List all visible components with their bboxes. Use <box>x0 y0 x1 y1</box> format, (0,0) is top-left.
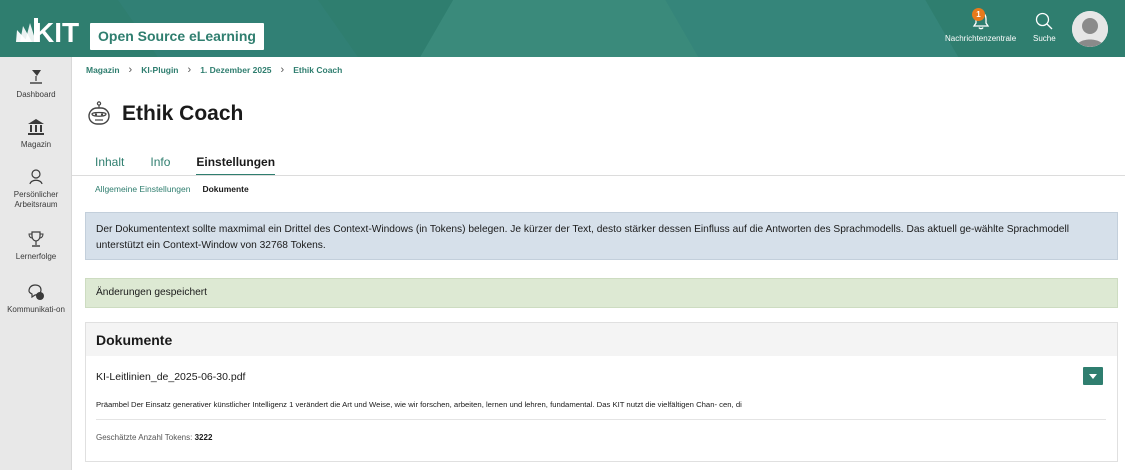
bank-icon <box>28 119 44 135</box>
breadcrumb: Magazin › KI-Plugin › 1. Dezember 2025 ›… <box>86 64 342 76</box>
document-excerpt: Präambel Der Einsatz generativer künstli… <box>96 400 742 409</box>
search-label: Suche <box>1033 34 1056 43</box>
sidebar-item-dashboard[interactable]: Dashboard <box>0 67 72 100</box>
document-name: KI-Leitlinien_de_2025-06-30.pdf <box>96 371 246 383</box>
document-actions-dropdown[interactable] <box>1083 367 1103 385</box>
success-message: Änderungen gespeichert <box>85 278 1118 308</box>
tokens-value: 3222 <box>194 433 213 442</box>
user-icon <box>29 169 43 185</box>
document-token-count: Geschätzte Anzahl Tokens: 3222 <box>96 433 212 442</box>
notification-badge: 1 <box>972 8 985 21</box>
sidebar-item-label: Persönlicher Arbeitsraum <box>13 190 59 209</box>
kit-logo[interactable]: KIT <box>14 12 80 46</box>
dashboard-icon <box>30 70 42 84</box>
breadcrumb-item[interactable]: KI-Plugin <box>141 65 178 75</box>
divider <box>96 419 1106 420</box>
sidebar-item-label: Lernerfolge <box>15 252 57 261</box>
chevron-right-icon: › <box>128 64 133 76</box>
sidebar-item-label: Kommunikati-on <box>7 305 65 314</box>
tab-info[interactable]: Info <box>150 155 170 176</box>
main-sidebar: Dashboard Magazin Persönlicher Arbeitsra… <box>0 57 72 470</box>
sidebar-item-communication[interactable]: Kommunikati-on <box>0 282 72 315</box>
chat-icon <box>28 284 44 300</box>
page-title: Ethik Coach <box>122 102 244 125</box>
user-avatar-icon <box>1072 11 1108 47</box>
search-button[interactable]: Suche <box>1033 11 1056 43</box>
tab-bar: Inhalt Info Einstellungen <box>95 155 301 176</box>
chevron-right-icon: › <box>280 64 285 76</box>
breadcrumb-item[interactable]: Magazin <box>86 65 120 75</box>
top-header: KIT Open Source eLearning 1 Nachrichtenz… <box>0 0 1125 57</box>
app-title[interactable]: Open Source eLearning <box>90 23 264 50</box>
breadcrumb-item[interactable]: 1. Dezember 2025 <box>200 65 271 75</box>
tab-divider <box>72 175 1125 176</box>
sidebar-item-personal-workspace[interactable]: Persönlicher Arbeitsraum <box>0 167 72 210</box>
search-icon <box>1036 12 1053 30</box>
sidebar-item-achievements[interactable]: Lernerfolge <box>0 229 72 262</box>
caret-down-icon <box>1089 374 1097 379</box>
sidebar-item-magazin[interactable]: Magazin <box>0 117 72 150</box>
documents-heading: Dokumente <box>86 323 1117 356</box>
chevron-right-icon: › <box>187 64 192 76</box>
trophy-icon <box>28 231 44 247</box>
tab-inhalt[interactable]: Inhalt <box>95 155 124 176</box>
notifications-label: Nachrichtenzentrale <box>945 34 1017 43</box>
info-message: Der Dokumententext sollte maxmimal ein D… <box>85 212 1118 260</box>
tokens-label: Geschätzte Anzahl Tokens: <box>96 433 193 442</box>
tab-einstellungen[interactable]: Einstellungen <box>196 155 276 176</box>
sidebar-item-label: Dashboard <box>16 90 56 99</box>
subtab-documents[interactable]: Dokumente <box>202 184 248 194</box>
subtab-bar: Allgemeine Einstellungen Dokumente <box>95 184 261 194</box>
page-header: Ethik Coach <box>86 101 243 127</box>
avatar[interactable] <box>1072 11 1108 47</box>
robot-icon <box>88 101 110 125</box>
notification-center[interactable]: 1 Nachrichtenzentrale <box>945 8 1017 43</box>
svg-text:KIT: KIT <box>34 17 79 46</box>
documents-panel: Dokumente KI-Leitlinien_de_2025-06-30.pd… <box>85 322 1118 462</box>
sidebar-item-label: Magazin <box>20 140 52 149</box>
subtab-general-settings[interactable]: Allgemeine Einstellungen <box>95 184 190 194</box>
breadcrumb-item[interactable]: Ethik Coach <box>293 65 342 75</box>
